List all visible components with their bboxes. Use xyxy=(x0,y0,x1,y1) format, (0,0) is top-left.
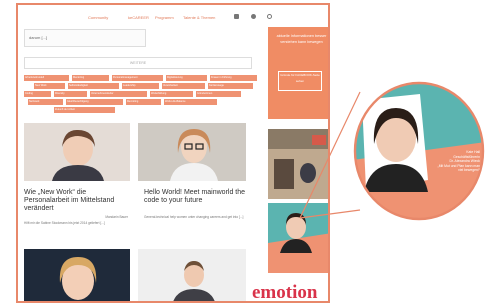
callout-text: Kate Hall Geschäftsführerin Dr. Alexandr… xyxy=(436,150,480,173)
magnifier-callout: Kate Hall Geschäftsführerin Dr. Alexandr… xyxy=(352,80,486,222)
callout-quote: „Mit Mut und Plan kann man viel bewegen!… xyxy=(437,163,480,173)
